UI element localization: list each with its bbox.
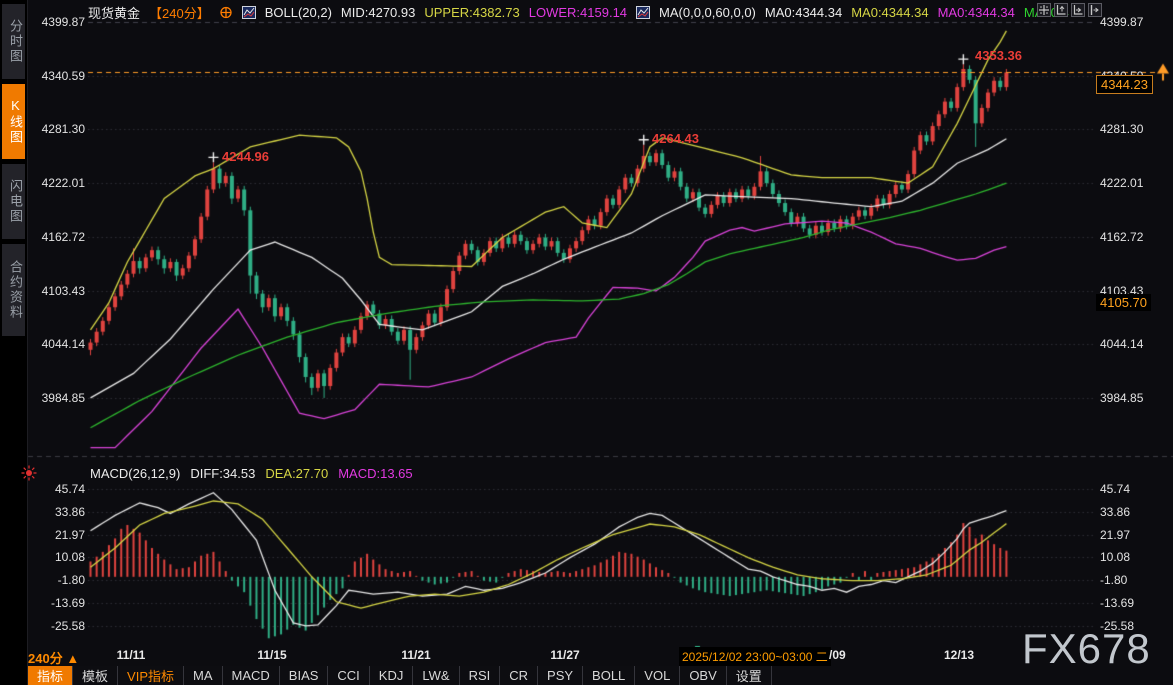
time-axis: 240分 ▲ 2025/12/02 23:00~03:00 二 /09 11/1… <box>0 645 1173 666</box>
main-axis-label-left: 4399.87 <box>30 15 85 29</box>
main-axis-label-right: 4281.30 <box>1100 122 1143 136</box>
macd-axis-label-right: 21.97 <box>1100 528 1130 542</box>
main-axis-label-left: 4222.01 <box>30 176 85 190</box>
chevron-up-icon: ▲ <box>66 651 79 666</box>
peak-price-label-2: 4264.43 <box>652 131 699 146</box>
toolbar-button-KDJ[interactable]: KDJ <box>370 666 414 685</box>
macd-axis-label-left: 45.74 <box>30 482 85 496</box>
macd-diff-value: DIFF:34.53 <box>190 466 255 481</box>
main-axis-label-right: 4399.87 <box>1100 15 1143 29</box>
macd-axis-label-left: 10.08 <box>30 550 85 564</box>
toolbar-button-MACD[interactable]: MACD <box>223 666 280 685</box>
date-label: 11/11 <box>117 648 146 662</box>
target-icon[interactable] <box>219 6 233 19</box>
period-label: 【240分】 <box>149 3 210 22</box>
candlestick-chart-canvas[interactable] <box>0 0 1173 685</box>
main-axis-label-left: 3984.85 <box>30 391 85 405</box>
scale-y-icon[interactable] <box>1054 3 1068 17</box>
symbol-name: 现货黄金 <box>88 3 140 22</box>
main-axis-label-right: 3984.85 <box>1100 391 1143 405</box>
toolbar-button-PSY[interactable]: PSY <box>538 666 583 685</box>
price-level-tag: 4105.70 <box>1096 294 1151 311</box>
main-axis-label-left: 4103.43 <box>30 284 85 298</box>
ma-name: MA(0,0,0,60,0,0) <box>659 5 756 20</box>
date-label: 11/15 <box>257 648 286 662</box>
alert-blink-icon[interactable] <box>20 464 38 482</box>
last-price-box: 4344.23 <box>1096 75 1153 94</box>
main-axis-label-left: 4162.72 <box>30 230 85 244</box>
toolbar-button-VOL[interactable]: VOL <box>635 666 680 685</box>
boll-mid-value: MID:4270.93 <box>341 5 415 20</box>
main-axis-label-right: 4162.72 <box>1100 230 1143 244</box>
macd-hist-value: MACD:13.65 <box>338 466 412 481</box>
macd-legend: MACD(26,12,9) DIFF:34.53 DEA:27.70 MACD:… <box>90 466 413 481</box>
toolbar-button-LW&[interactable]: LW& <box>413 666 459 685</box>
indicator-legend: 现货黄金 【240分】 BOLL(20,2) MID:4270.93 UPPER… <box>88 3 1069 21</box>
toolbar-button-BOLL[interactable]: BOLL <box>583 666 635 685</box>
ma0-magenta-value: MA0:4344.34 <box>938 5 1015 20</box>
scale-x-icon[interactable] <box>1071 3 1085 17</box>
sidebar-tab-2[interactable]: K线图 <box>2 84 25 159</box>
indicator-toolbar: 指标模板VIP指标MAMACDBIASCCIKDJLW&RSICRPSYBOLL… <box>28 666 772 685</box>
main-axis-label-left: 4340.59 <box>30 69 85 83</box>
peak-price-label-1: 4244.96 <box>222 149 269 164</box>
boll-name: BOLL(20,2) <box>265 5 332 20</box>
move-icon[interactable] <box>1037 3 1051 17</box>
main-axis-label-right: 4044.14 <box>1100 337 1143 351</box>
toolbar-button-CR[interactable]: CR <box>500 666 538 685</box>
date-label: 11/27 <box>550 648 579 662</box>
ma0-yellow-value: MA0:4344.34 <box>851 5 928 20</box>
macd-axis-label-right: 45.74 <box>1100 482 1130 496</box>
macd-axis-label-right: -1.80 <box>1100 573 1127 587</box>
toolbar-button-MA[interactable]: MA <box>184 666 223 685</box>
boll-lower-value: LOWER:4159.14 <box>529 5 627 20</box>
hover-date-tooltip: 2025/12/02 23:00~03:00 二 <box>679 647 831 666</box>
trading-app-window: 分时图 K线图闪电图合约资料 现货黄金 【240分】 BOLL(20,2) MID… <box>0 0 1173 685</box>
macd-name: MACD(26,12,9) <box>90 466 180 481</box>
toolbar-button-指标[interactable]: 指标 <box>28 666 73 685</box>
ma0-white-value: MA0:4344.34 <box>765 5 842 20</box>
date-label: 11/21 <box>401 648 430 662</box>
sidebar-tab-3[interactable]: 闪电图 <box>2 164 25 239</box>
main-axis-label-left: 4044.14 <box>30 337 85 351</box>
toolbar-button-设置[interactable]: 设置 <box>727 666 772 685</box>
sidebar-tab-4[interactable]: 合约资料 <box>2 244 25 336</box>
sidebar-tab-1[interactable]: 分时图 <box>2 4 25 79</box>
toolbar-button-OBV[interactable]: OBV <box>680 666 726 685</box>
watermark: FX678 <box>1022 625 1151 673</box>
macd-axis-label-left: -13.69 <box>30 596 85 610</box>
macd-axis-label-left: 21.97 <box>30 528 85 542</box>
macd-axis-label-left: -25.58 <box>30 619 85 633</box>
macd-axis-label-left: -1.80 <box>30 573 85 587</box>
sidebar: 分时图 K线图闪电图合约资料 <box>0 0 28 685</box>
main-axis-label-right: 4222.01 <box>1100 176 1143 190</box>
macd-axis-label-left: 33.86 <box>30 505 85 519</box>
macd-dea-value: DEA:27.70 <box>265 466 328 481</box>
toolbar-button-模板[interactable]: 模板 <box>73 666 118 685</box>
macd-axis-label-right: 10.08 <box>1100 550 1130 564</box>
boll-indicator-icon[interactable] <box>242 6 256 19</box>
toolbar-button-CCI[interactable]: CCI <box>328 666 369 685</box>
period-selector[interactable]: 240分 ▲ <box>28 648 79 667</box>
macd-axis-label-right: 33.86 <box>1100 505 1130 519</box>
ma-indicator-icon[interactable] <box>636 6 650 19</box>
peak-price-label-3: 4353.36 <box>975 48 1022 63</box>
date-label: 12/13 <box>944 648 974 662</box>
toolbar-button-VIP指标[interactable]: VIP指标 <box>118 666 184 685</box>
macd-axis-label-right: -13.69 <box>1100 596 1134 610</box>
toolbar-button-RSI[interactable]: RSI <box>460 666 501 685</box>
main-axis-label-left: 4281.30 <box>30 122 85 136</box>
boll-upper-value: UPPER:4382.73 <box>424 5 519 20</box>
chart-window-controls <box>1037 3 1102 17</box>
covered-date-label: /09 <box>829 648 846 662</box>
toolbar-button-BIAS[interactable]: BIAS <box>280 666 329 685</box>
